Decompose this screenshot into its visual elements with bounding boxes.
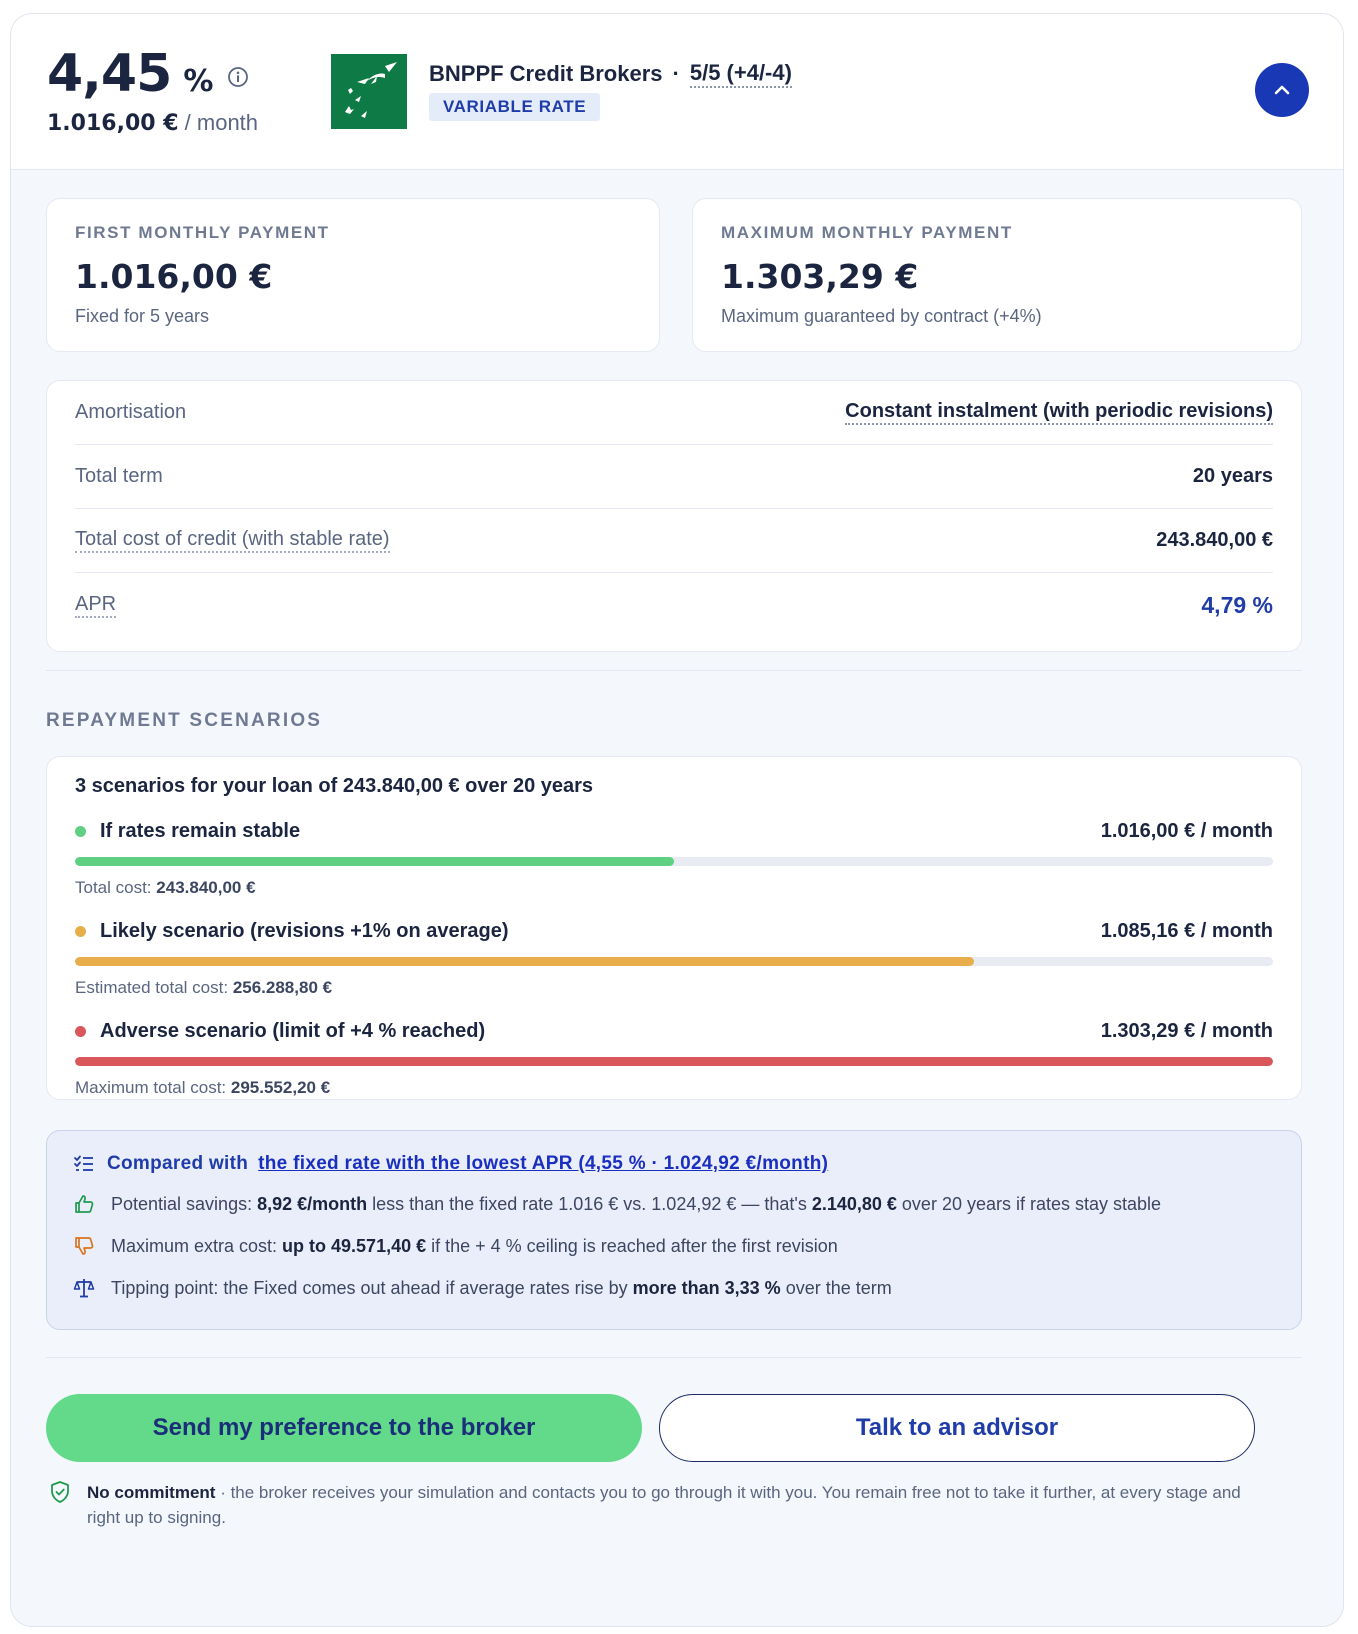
first-payment-amount: 1.016,00 € [75, 257, 273, 296]
section-divider [46, 670, 1302, 671]
scenario-bar [75, 957, 1273, 966]
scenario-bar [75, 857, 1273, 866]
rate-type-badge: VARIABLE RATE [429, 93, 601, 121]
amortisation-label: Amortisation [75, 401, 187, 423]
total-cost-value: 243.840,00 € [1156, 529, 1273, 551]
total-cost-label[interactable]: Total cost of credit (with stable rate) [75, 528, 390, 553]
scenario-bar-fill [75, 857, 674, 866]
no-commitment-label: No commitment [87, 1483, 216, 1502]
apr-value: 4,79 % [1201, 591, 1273, 618]
extra-cost-row: Maximum extra cost: up to 49.571,40 € if… [73, 1235, 1275, 1257]
max-payment-note: Maximum guaranteed by contract (+4%) [721, 306, 1042, 326]
rate-type-score[interactable]: 5/5 (+4/-4) [689, 60, 792, 88]
rate-block: 4,45 % 1.016,00 € / month [47, 44, 258, 136]
first-payment-label: FIRST MONTHLY PAYMENT [75, 223, 330, 242]
thumbs-down-icon [75, 1237, 94, 1255]
scenario-cost: Total cost: 243.840,00 € [75, 878, 256, 897]
apr-label[interactable]: APR [75, 593, 117, 618]
broker-separator: · [672, 61, 680, 86]
scenario-cost: Maximum total cost: 295.552,20 € [75, 1078, 331, 1097]
max-payment-amount: 1.303,29 € [721, 257, 919, 296]
bnp-logo [331, 54, 407, 129]
fixed-rate-comparison: Compared with the fixed rate with the lo… [46, 1130, 1302, 1330]
offer-card: 4,45 % 1.016,00 € / month BNPPF Credit B… [10, 13, 1344, 1627]
monthly-amount: 1.016,00 € [47, 111, 179, 136]
scenario-monthly: 1.085,16 € / month [1100, 920, 1273, 942]
scenario-stable: If rates remain stable 1.016,00 € / mont… [75, 820, 1273, 898]
scenario-color-dot [75, 826, 86, 837]
offer-header: 4,45 % 1.016,00 € / month BNPPF Credit B… [11, 14, 1343, 170]
monthly-payment: 1.016,00 € / month [47, 110, 258, 136]
term-value: 20 years [1192, 465, 1273, 487]
broker-name: BNPPF Credit Brokers [429, 61, 663, 86]
broker-line: BNPPF Credit Brokers · 5/5 (+4/-4) [429, 60, 792, 88]
scenario-monthly: 1.016,00 € / month [1100, 820, 1273, 842]
thumbs-up-icon [75, 1195, 94, 1213]
comparison-prefix: Compared with [107, 1153, 249, 1174]
term-label: Total term [75, 465, 163, 487]
scenario-cost: Estimated total cost: 256.288,80 € [75, 978, 333, 997]
send-preference-button[interactable]: Send my preference to the broker [46, 1394, 642, 1462]
talk-to-advisor-button[interactable]: Talk to an advisor [659, 1394, 1255, 1462]
chevron-up-icon [1274, 85, 1290, 95]
scenario-adverse: Adverse scenario (limit of +4 % reached)… [75, 1020, 1273, 1098]
shield-check-icon [51, 1481, 69, 1503]
scenario-cost-value: 256.288,80 € [232, 978, 333, 997]
tipping-point-row: Tipping point: the Fixed comes out ahead… [73, 1277, 1275, 1299]
detail-row-term: Total term 20 years [75, 445, 1273, 509]
amortisation-value[interactable]: Constant instalment (with periodic revis… [845, 400, 1273, 425]
scenario-cost-value: 243.840,00 € [156, 878, 256, 897]
max-payment-label: MAXIMUM MONTHLY PAYMENT [721, 223, 1013, 242]
scenario-bar-fill [75, 957, 974, 966]
scenario-bar-fill [75, 1057, 1273, 1066]
collapse-button[interactable] [1255, 63, 1309, 117]
scenario-likely: Likely scenario (revisions +1% on averag… [75, 920, 1273, 998]
max-payment-box: MAXIMUM MONTHLY PAYMENT 1.303,29 € Maxim… [692, 198, 1302, 352]
detail-row-total-cost: Total cost of credit (with stable rate) … [75, 509, 1273, 573]
scenarios-title: REPAYMENT SCENARIOS [46, 710, 323, 731]
monthly-suffix: / month [184, 110, 259, 135]
scenario-color-dot [75, 926, 86, 937]
detail-row-apr: APR 4,79 % [75, 573, 1273, 637]
actions-divider [46, 1357, 1302, 1358]
checklist-icon [74, 1155, 93, 1171]
scenario-bar [75, 1057, 1273, 1066]
no-commitment-note: No commitment · the broker receives your… [49, 1480, 1269, 1530]
comparison-title: Compared with the fixed rate with the lo… [73, 1153, 1275, 1175]
scenario-cost-value: 295.552,20 € [230, 1078, 331, 1097]
no-commitment-text: the broker receives your simulation and … [87, 1483, 1241, 1527]
scale-icon [73, 1279, 95, 1298]
scenario-name: Likely scenario (revisions +1% on averag… [100, 920, 509, 942]
first-payment-note: Fixed for 5 years [75, 306, 210, 326]
first-payment-box: FIRST MONTHLY PAYMENT 1.016,00 € Fixed f… [46, 198, 660, 352]
rate-value: 4,45 [47, 44, 172, 104]
scenario-name: Adverse scenario (limit of +4 % reached) [100, 1020, 486, 1042]
scenario-monthly: 1.303,29 € / month [1100, 1020, 1273, 1042]
detail-row-amortisation: Amortisation Constant instalment (with p… [75, 381, 1273, 445]
scenarios-box: 3 scenarios for your loan of 243.840,00 … [46, 756, 1302, 1100]
fixed-rate-link[interactable]: the fixed rate with the lowest APR (4,55… [258, 1153, 828, 1175]
savings-row: Potential savings: 8,92 €/month less tha… [73, 1193, 1275, 1215]
info-icon[interactable] [227, 66, 249, 88]
scenario-name: If rates remain stable [100, 820, 301, 842]
scenario-color-dot [75, 1026, 86, 1037]
rate-unit: % [183, 64, 214, 99]
scenarios-intro: 3 scenarios for your loan of 243.840,00 … [75, 775, 594, 797]
loan-details-table: Amortisation Constant instalment (with p… [46, 380, 1302, 652]
